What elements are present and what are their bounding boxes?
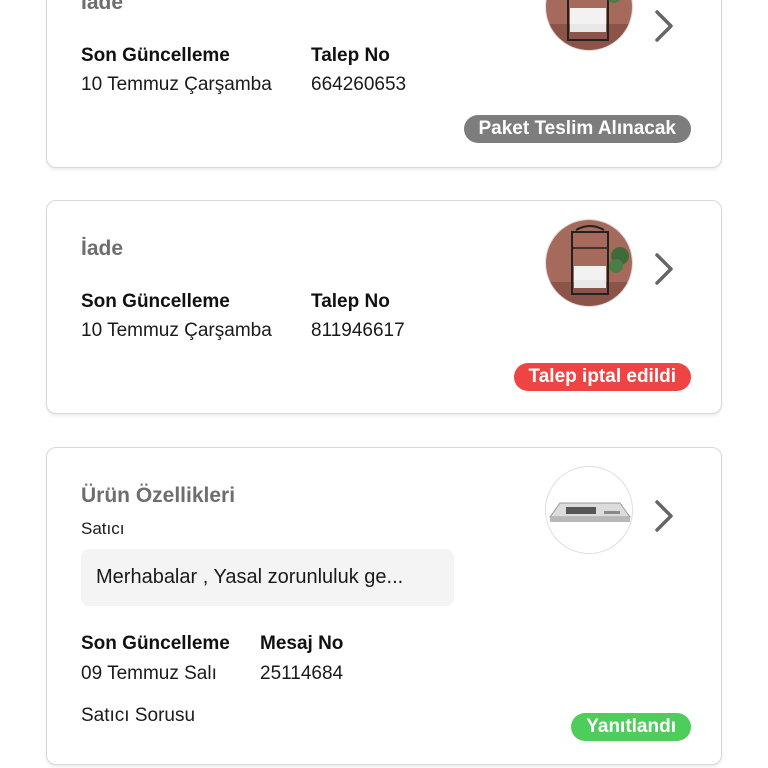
last-update-value: 09 Temmuz Salı	[81, 663, 217, 684]
product-thumbnail	[545, 466, 633, 554]
request-card-2[interactable]: İade Son Güncelleme 10 Temmuz Çarşamba T…	[46, 200, 722, 414]
product-thumbnail	[545, 219, 633, 307]
chevron-right-icon[interactable]	[651, 8, 677, 44]
product-thumbnail	[545, 0, 633, 51]
message-no-value: 25114684	[260, 663, 344, 684]
card-title: İade	[81, 237, 124, 260]
sender-label: Satıcı	[81, 519, 125, 538]
status-badge: Paket Teslim Alınacak	[463, 115, 691, 143]
status-badge: Yanıtlandı	[571, 713, 691, 741]
last-update-value: 10 Temmuz Çarşamba	[81, 74, 272, 95]
kitchen-shelf-product-image	[546, 220, 632, 306]
request-no-value: 664260653	[311, 74, 407, 95]
request-card-1[interactable]: İade Son Güncelleme 10 Temmuz Çarşamba T…	[46, 0, 722, 168]
request-no-label: Talep No	[311, 45, 390, 66]
request-no-label: Talep No	[311, 291, 390, 312]
card-title: Ürün Özellikleri	[81, 484, 236, 507]
last-update-value: 10 Temmuz Çarşamba	[81, 320, 272, 341]
message-preview: Merhabalar , Yasal zorunluluk ge...	[81, 549, 454, 606]
last-update-label: Son Güncelleme	[81, 291, 230, 312]
question-card[interactable]: Ürün Özellikleri Satıcı Merhabalar , Yas…	[46, 447, 722, 765]
kitchen-shelf-product-image	[546, 0, 632, 50]
message-no-label: Mesaj No	[260, 633, 344, 654]
request-no-value: 811946617	[311, 320, 405, 341]
chevron-right-icon[interactable]	[651, 498, 677, 534]
range-hood-product-image	[546, 467, 632, 553]
status-badge: Talep iptal edildi	[513, 363, 691, 391]
chevron-right-icon[interactable]	[651, 251, 677, 287]
question-type: Satıcı Sorusu	[81, 705, 196, 726]
last-update-label: Son Güncelleme	[81, 633, 230, 654]
last-update-label: Son Güncelleme	[81, 45, 230, 66]
card-title: İade	[81, 0, 124, 14]
